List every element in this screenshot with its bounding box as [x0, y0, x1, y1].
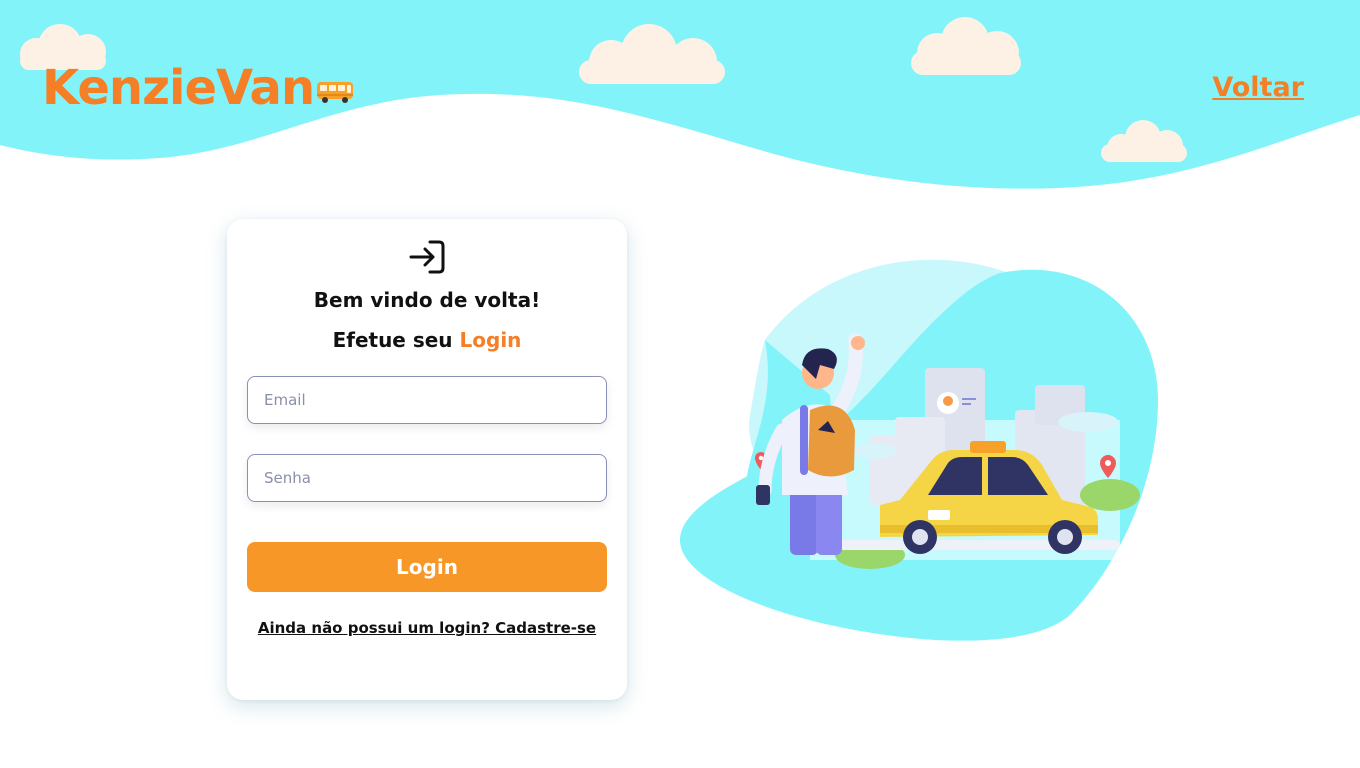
signup-link[interactable]: Ainda não possui um login? Cadastre-se — [227, 617, 627, 639]
cloud-decoration — [577, 22, 727, 84]
van-icon — [317, 82, 354, 103]
login-subtitle: Efetue seu Login — [227, 325, 627, 355]
logo-text: KenzieVan — [42, 60, 315, 116]
login-arrow-icon — [409, 240, 445, 274]
subtitle-prefix: Efetue seu — [332, 328, 453, 352]
subtitle-accent: Login — [459, 328, 522, 352]
site-logo[interactable]: KenzieVan — [42, 58, 354, 118]
password-field[interactable] — [247, 454, 607, 502]
back-link[interactable]: Voltar — [1212, 70, 1304, 106]
cloud-decoration — [1099, 118, 1189, 164]
email-field[interactable] — [247, 376, 607, 424]
welcome-heading: Bem vindo de volta! — [313, 288, 541, 312]
login-button[interactable]: Login — [247, 542, 607, 592]
login-card: Bem vindo de volta! Efetue seu Login Log… — [227, 219, 627, 700]
taxi-passenger-illustration — [680, 259, 1159, 641]
cloud-decoration — [909, 15, 1023, 77]
